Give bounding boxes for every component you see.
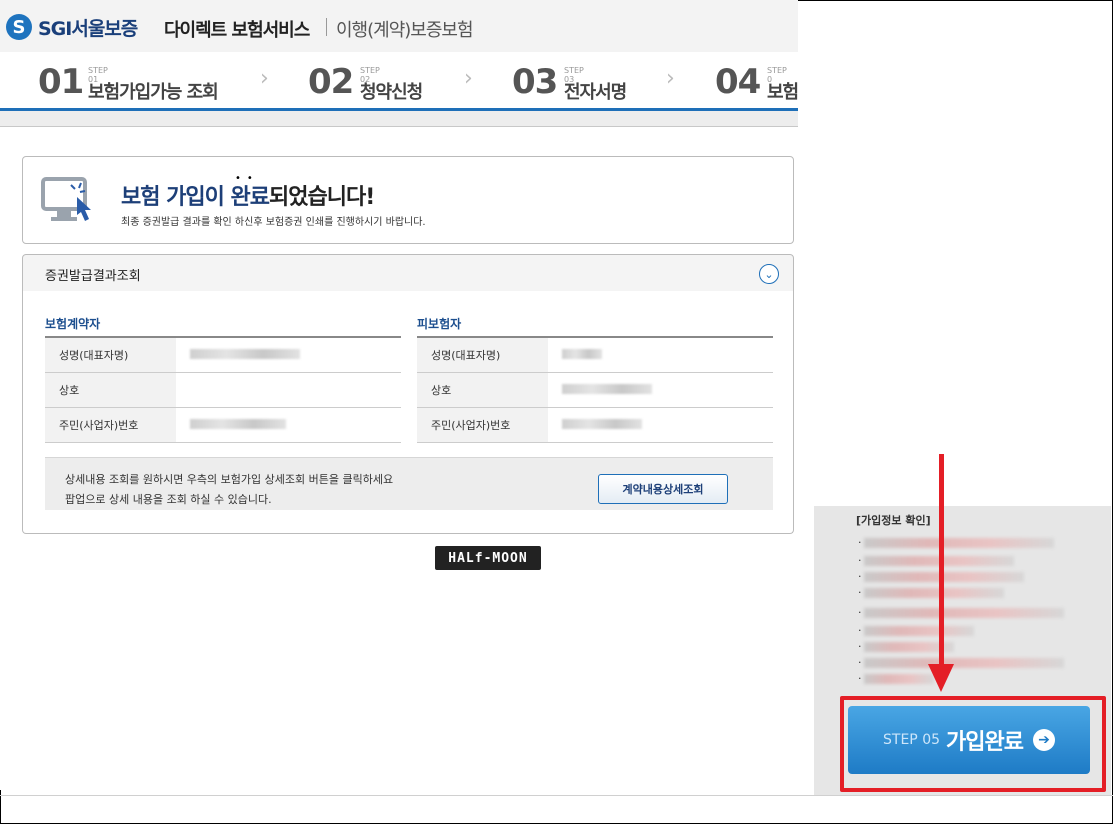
step-number: 02 (308, 62, 354, 102)
annotation-arrow-shaft (939, 454, 944, 670)
table-row: 상호 (45, 372, 401, 408)
bullet: · (858, 624, 862, 637)
title-divider (326, 18, 327, 36)
result-section-title: 증권발급결과조회 (45, 269, 141, 284)
result-section-body: 보험계약자 성명(대표자명) 상호 주민(사업자)번호 피보험자 성명(대표자명… (22, 291, 794, 534)
row-label: 성명(대표자명) (417, 337, 548, 373)
table-row: 상호 (417, 372, 773, 408)
chevron-down-icon[interactable]: ⌄ (759, 264, 779, 284)
completion-title-rest: 되었습니다! (269, 185, 375, 210)
step-label: 보험 (767, 82, 798, 103)
chevron-right-icon: › (464, 66, 473, 91)
step-label: 전자서명 (564, 82, 627, 103)
row-label: 상호 (417, 372, 548, 408)
redacted-info-line (864, 608, 1064, 618)
step-label: 보험가입가능 조회 (88, 82, 219, 103)
step-number: 01 (38, 62, 84, 102)
monitor-click-icon (41, 177, 91, 221)
step-number: 03 (512, 62, 558, 102)
notice-text-line1: 상세내용 조회를 원하시면 우측의 보험가입 상세조회 버튼을 클릭하세요 (65, 473, 394, 486)
bullet: · (858, 554, 862, 567)
contractor-title: 보험계약자 (45, 317, 101, 331)
result-section-header[interactable]: 증권발급결과조회 ⌄ (22, 254, 794, 292)
row-value-redacted (176, 337, 401, 373)
step-label: 청약신청 (360, 82, 423, 103)
redacted-info-line (864, 626, 974, 636)
completion-title-highlight: 보험 가입이 완료 (121, 185, 270, 210)
step-bar: 01 STEP 01 보험가입가능 조회 › 02 STEP 02 청약신청 ›… (0, 52, 798, 111)
step5-small-label: STEP 05 (883, 732, 941, 748)
detail-notice-box: 상세내용 조회를 원하시면 우측의 보험가입 상세조회 버튼을 클릭하세요 팝업… (45, 457, 773, 510)
table-row: 주민(사업자)번호 (417, 407, 773, 443)
top-bar: S SGI서울보증 다이렉트 보험서비스 이행(계약)보증보험 (0, 0, 798, 52)
completion-description: 최종 증권발급 결과를 확인 하신후 보험증권 인쇄를 진행하시기 바랍니다. (121, 217, 426, 228)
insured-table: 성명(대표자명) 상호 주민(사업자)번호 (417, 336, 773, 443)
bullet: · (858, 606, 862, 619)
row-label: 성명(대표자명) (45, 337, 176, 373)
step5-label: 가입완료 (946, 730, 1024, 755)
bullet: · (858, 536, 862, 549)
row-label: 상호 (45, 372, 176, 408)
annotation-arrow-head (928, 664, 954, 692)
main-window: S SGI서울보증 다이렉트 보험서비스 이행(계약)보증보험 01 STEP … (0, 0, 798, 790)
logo-text: SGI서울보증 (38, 17, 138, 40)
chevron-right-icon: › (666, 66, 675, 91)
sub-header-strip (0, 111, 798, 127)
service-title: 다이렉트 보험서비스 (164, 20, 310, 41)
insured-title: 피보험자 (417, 317, 462, 331)
chevron-right-icon: › (260, 66, 269, 91)
table-row: 주민(사업자)번호 (45, 407, 401, 443)
redacted-info-line (864, 538, 1054, 548)
row-value-redacted (548, 337, 773, 373)
completion-message-box: 보험 가입이 완료되었습니다! •• 최종 증권발급 결과를 확인 하신후 보험… (22, 156, 794, 244)
sgi-logo-icon: S (6, 14, 32, 40)
notice-text-line2: 팝업으로 상세 내용을 조회 하실 수 있습니다. (65, 493, 272, 506)
bullet: · (858, 640, 862, 653)
row-label: 주민(사업자)번호 (417, 407, 548, 443)
row-value-redacted (548, 372, 773, 408)
redacted-info-line (864, 572, 1024, 582)
table-row: 성명(대표자명) (417, 337, 773, 373)
halfmoon-watermark: HALf-MOON (435, 546, 541, 570)
row-value-redacted (176, 372, 401, 408)
row-label: 주민(사업자)번호 (45, 407, 176, 443)
step5-complete-button[interactable]: STEP 05 가입완료 ➔ (848, 706, 1090, 774)
contractor-table: 성명(대표자명) 상호 주민(사업자)번호 (45, 336, 401, 443)
step-number: 04 (715, 62, 761, 102)
bullet: · (858, 656, 862, 669)
bottom-divider (0, 795, 1113, 796)
contract-detail-button[interactable]: 계약내용상세조회 (598, 474, 728, 504)
emphasis-dots: •• (235, 173, 259, 184)
sgi-logo[interactable]: S SGI서울보증 (6, 12, 138, 42)
arrow-right-circle-icon: ➔ (1032, 729, 1055, 751)
bullet: · (858, 672, 862, 685)
summary-panel-title: [가입정보 확인] (856, 514, 931, 527)
bullet: · (858, 570, 862, 583)
service-subtitle: 이행(계약)보증보험 (336, 20, 474, 41)
redacted-info-line (864, 658, 1064, 668)
row-value-redacted (548, 407, 773, 443)
bullet: · (858, 586, 862, 599)
table-row: 성명(대표자명) (45, 337, 401, 373)
redacted-info-line (864, 674, 934, 684)
redacted-info-line (864, 588, 1004, 598)
row-value-redacted (176, 407, 401, 443)
